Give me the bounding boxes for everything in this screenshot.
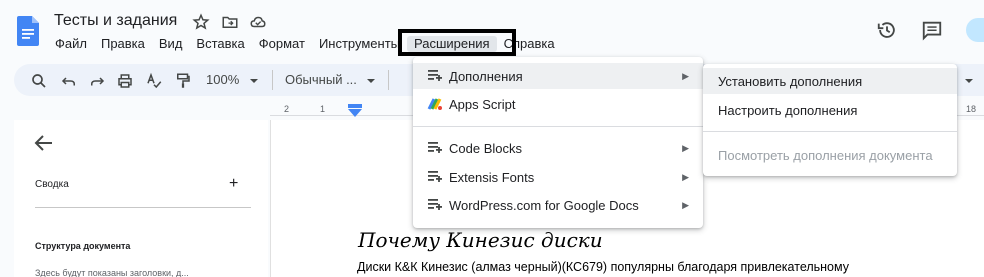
chevron-down-icon[interactable] [365, 72, 377, 90]
menu-item-label: Дополнения [449, 68, 523, 84]
highlight-annotation-box [398, 29, 516, 56]
docs-window: Тесты и задания Файл Правка Вид Вставка … [0, 0, 984, 277]
submenu-arrow-icon: ▶ [682, 199, 689, 210]
panel-divider [35, 207, 251, 208]
addon-icon [428, 199, 442, 210]
spellcheck-icon[interactable] [145, 72, 163, 90]
star-icon[interactable] [192, 13, 210, 31]
comments-icon[interactable] [921, 19, 943, 41]
back-arrow-icon[interactable] [34, 134, 54, 152]
document-heading[interactable]: Почему Кинезис диски [358, 228, 603, 252]
document-paragraph[interactable]: Диски К&К Кинезис (алмаз черный)(КС679) … [357, 260, 849, 274]
menu-format[interactable]: Формат [252, 36, 312, 52]
paint-format-icon[interactable] [174, 72, 192, 90]
addons-submenu: Установить дополнения Настроить дополнен… [703, 64, 957, 176]
menu-file[interactable]: Файл [48, 36, 94, 52]
menu-item-label: WordPress.com for Google Docs [449, 197, 639, 213]
addon-icon [428, 70, 442, 81]
chevron-down-icon[interactable] [248, 72, 260, 90]
menu-insert[interactable]: Вставка [189, 36, 251, 52]
menu-item-label: Apps Script [449, 96, 516, 112]
document-outline-label: Структура документа [35, 241, 131, 251]
ruler-number: 1 [320, 104, 326, 114]
menu-item-label: Посмотреть дополнения документа [718, 147, 933, 163]
addon-icon [428, 142, 442, 153]
menu-item-extensis-fonts[interactable]: Extensis Fonts ▶ [413, 164, 703, 190]
menu-item-apps-script[interactable]: Apps Script [413, 91, 703, 117]
redo-icon[interactable] [88, 72, 106, 90]
menu-item-view-doc-addons: Посмотреть дополнения документа [703, 142, 957, 168]
toolbar-divider [388, 70, 389, 90]
submenu-arrow-icon: ▶ [682, 171, 689, 182]
ruler-number: 18 [966, 104, 977, 114]
paragraph-style-select[interactable]: Обычный ... [285, 72, 357, 87]
menu-item-install-addons[interactable]: Установить дополнения [703, 68, 957, 94]
indent-marker-icon[interactable] [346, 104, 364, 118]
menu-item-label: Extensis Fonts [449, 169, 535, 185]
menu-item-label: Code Blocks [449, 140, 522, 156]
share-button-edge[interactable] [966, 18, 984, 42]
menu-item-addons[interactable]: Дополнения ▶ [413, 63, 703, 89]
add-summary-button[interactable]: + [229, 175, 238, 193]
addon-icon [428, 171, 442, 182]
undo-icon[interactable] [60, 72, 78, 90]
menu-tools[interactable]: Инструменты [312, 36, 407, 52]
menu-item-wordpress[interactable]: WordPress.com for Google Docs ▶ [413, 192, 703, 218]
submenu-arrow-icon: ▶ [682, 142, 689, 153]
google-docs-icon[interactable] [17, 16, 39, 46]
menu-view[interactable]: Вид [152, 36, 190, 52]
print-icon[interactable] [116, 72, 134, 90]
document-title[interactable]: Тесты и задания [54, 12, 177, 30]
chevron-down-icon[interactable] [963, 72, 975, 90]
move-folder-icon[interactable] [221, 13, 239, 31]
search-menus-icon[interactable] [30, 72, 48, 90]
ruler-number: 2 [284, 104, 290, 114]
menu-item-code-blocks[interactable]: Code Blocks ▶ [413, 135, 703, 161]
cloud-saved-icon[interactable] [249, 13, 267, 31]
menu-divider [413, 126, 703, 127]
apps-script-icon [427, 98, 442, 110]
toolbar-divider [272, 70, 273, 90]
version-history-icon[interactable] [876, 19, 898, 41]
extensions-menu: Дополнения ▶ Apps Script Code Blocks ▶ E… [413, 57, 703, 228]
outline-placeholder-text: Здесь будут показаны заголовки, д... [35, 268, 189, 277]
summary-label: Сводка [35, 179, 69, 190]
menu-edit[interactable]: Правка [94, 36, 152, 52]
menu-item-manage-addons[interactable]: Настроить дополнения [703, 97, 957, 123]
menu-item-label: Установить дополнения [718, 73, 863, 89]
menu-item-label: Настроить дополнения [718, 102, 858, 118]
submenu-arrow-icon: ▶ [682, 70, 689, 81]
zoom-select[interactable]: 100% [206, 72, 239, 87]
menu-divider [703, 131, 957, 132]
